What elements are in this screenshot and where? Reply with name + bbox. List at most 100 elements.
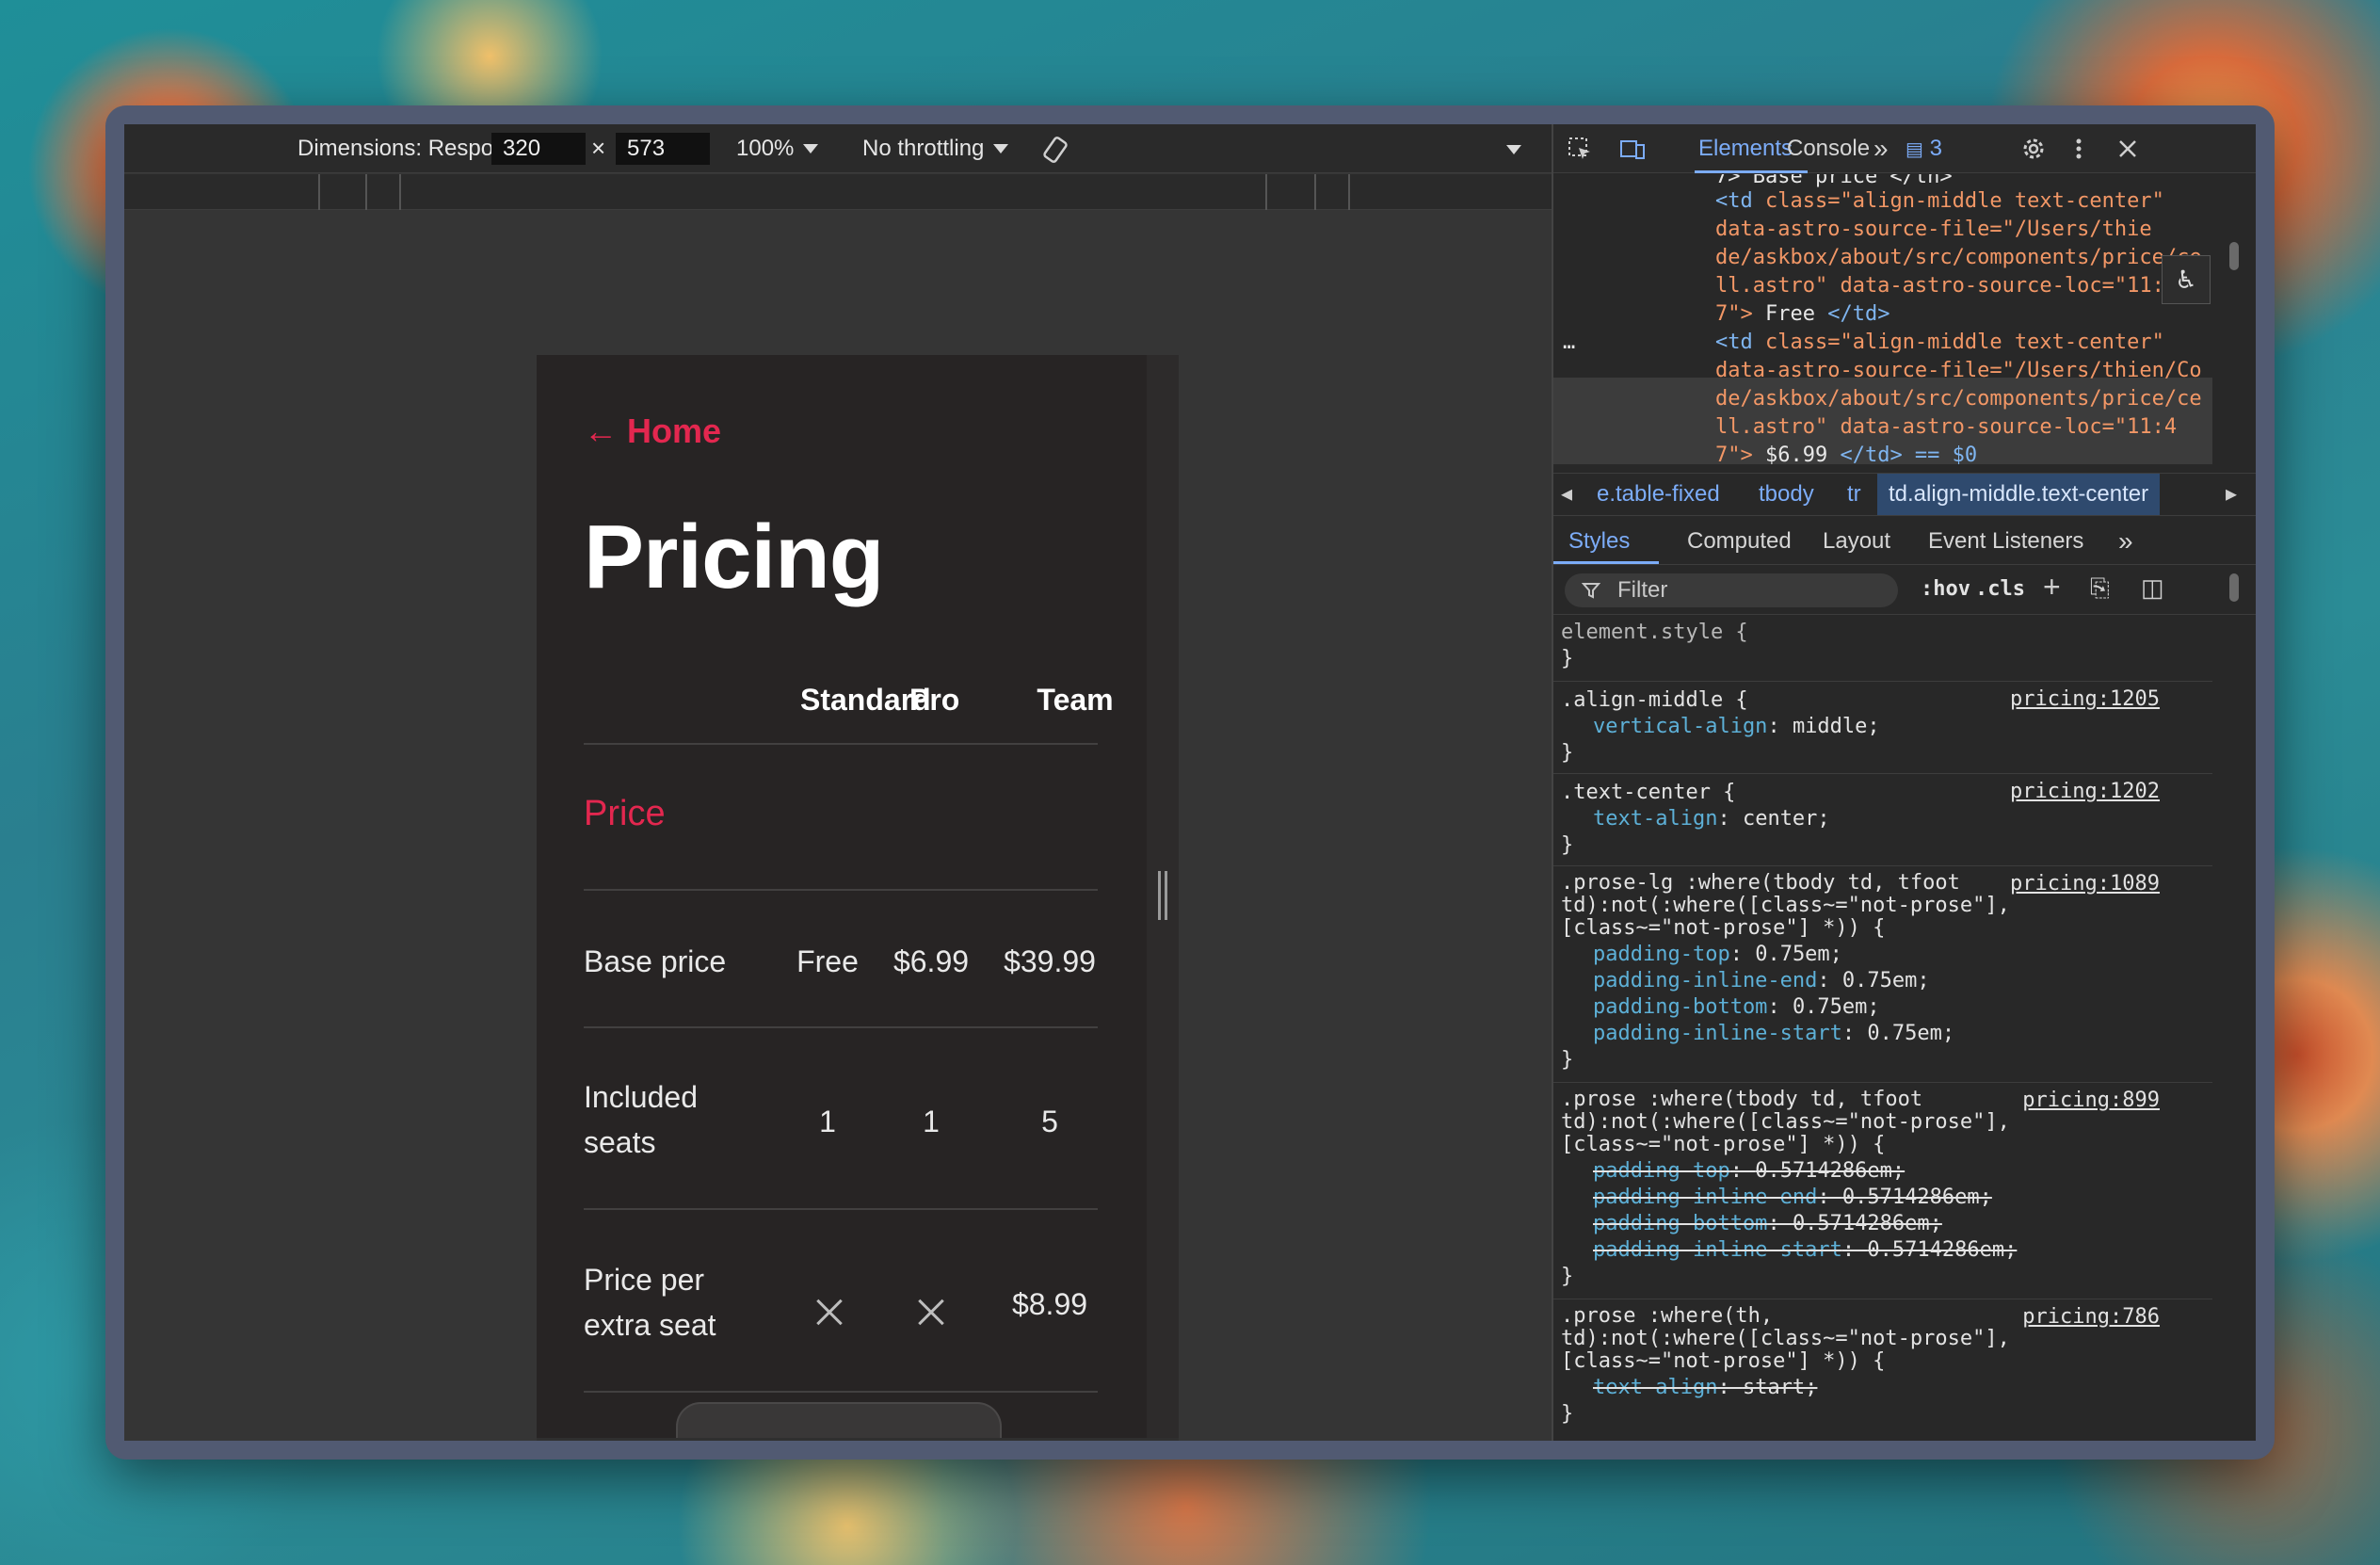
height-input[interactable]: [616, 132, 710, 165]
breadcrumb-item-selected[interactable]: td.align-middle.text-center: [1877, 474, 2161, 515]
row-label-included-seats: Included seats: [584, 1074, 698, 1165]
inspect-element-icon[interactable]: [1567, 136, 1593, 162]
accessibility-icon[interactable]: ♿: [2162, 255, 2211, 304]
overridden-declaration[interactable]: padding-bottom: 0.5714286em;: [1593, 1211, 1942, 1237]
rotate-icon[interactable]: [1041, 136, 1069, 164]
width-input[interactable]: [491, 132, 586, 165]
scrollbar-thumb[interactable]: [1158, 871, 1167, 920]
overridden-declaration[interactable]: text-align: start;: [1593, 1375, 1817, 1401]
code-line: 7"> $6.99 </td> == $0: [1715, 444, 1978, 464]
cell-standard-seats: 1: [819, 1105, 836, 1138]
rule-selector: [class~="not-prose"] *)) {: [1561, 1349, 1886, 1373]
breadcrumb-item[interactable]: tbody: [1759, 474, 1814, 515]
rule-selector: .align-middle {: [1561, 688, 1748, 712]
cell-standard-base: Free: [796, 944, 859, 978]
code-line: <td class="align-middle text-center": [1715, 331, 2164, 354]
cls-toggle[interactable]: .cls: [1975, 577, 2025, 601]
tab-console[interactable]: Console: [1787, 124, 1870, 173]
media-query-ruler: [124, 174, 1552, 210]
chevron-down-icon: [993, 143, 1009, 153]
new-rule-icon[interactable]: +: [2043, 570, 2061, 605]
dom-tree[interactable]: 7> Base price </th> <td class="align-mid…: [1553, 174, 2256, 464]
node-ellipsis[interactable]: …: [1563, 331, 1575, 354]
device-bottom-handle[interactable]: [537, 1438, 1179, 1441]
breadcrumb-item[interactable]: tr: [1847, 474, 1861, 515]
tab-layout[interactable]: Layout: [1823, 518, 1890, 565]
overridden-declaration[interactable]: padding-top: 0.5714286em;: [1593, 1158, 1905, 1185]
cross-icon: [917, 1298, 945, 1326]
device-viewport-area: ← Home Pricing Standard Pro Team Price B…: [124, 211, 1552, 1441]
column-pro: Pro: [909, 683, 960, 717]
device-toggle-icon[interactable]: [1619, 136, 1646, 162]
rule-close: }: [1561, 833, 1574, 857]
styles-subtabs: Styles Computed Layout Event Listeners »: [1553, 518, 2256, 565]
css-declaration[interactable]: padding-bottom: 0.75em;: [1593, 994, 1880, 1021]
message-icon: ▤: [1906, 139, 1923, 160]
breadcrumb-item[interactable]: e.table-fixed: [1597, 474, 1720, 515]
tab-computed[interactable]: Computed: [1687, 518, 1792, 565]
style-rule[interactable]: .prose :where(th, td):not(:where([class~…: [1553, 1299, 2212, 1431]
throttling-dropdown[interactable]: No throttling: [862, 136, 1009, 162]
tab-elements[interactable]: Elements: [1698, 124, 1793, 173]
tab-event-listeners[interactable]: Event Listeners: [1928, 518, 2083, 565]
code-line: <td class="align-middle text-center": [1715, 189, 2164, 213]
css-declaration[interactable]: padding-inline-start: 0.75em;: [1593, 1021, 1954, 1047]
css-declaration[interactable]: text-align: center;: [1593, 806, 1830, 832]
breadcrumb: ◂ e.table-fixed tbody tr td.align-middle…: [1553, 473, 2256, 516]
devtools-tabbar: Elements Console » ▤ 3: [1553, 124, 2256, 173]
messages-badge[interactable]: ▤ 3: [1906, 124, 1942, 173]
rule-selector: [class~="not-prose"] *)) {: [1561, 916, 1886, 940]
filter-placeholder: Filter: [1617, 577, 1668, 603]
paint-icon[interactable]: ⎘: [2090, 573, 2110, 604]
close-icon[interactable]: [2115, 136, 2141, 162]
cross-icon: [815, 1298, 844, 1326]
style-rule[interactable]: .prose-lg :where(tbody td, tfoot td):not…: [1553, 866, 2212, 1083]
dom-scrollbar[interactable]: [2229, 242, 2239, 270]
style-rule[interactable]: .align-middle { pricing:1205 vertical-al…: [1553, 682, 2212, 774]
tab-styles[interactable]: Styles: [1568, 518, 1630, 565]
device-scrollbar[interactable]: [1147, 355, 1179, 1438]
styles-filter-row: Filter :hov .cls + ⎘ ◫: [1553, 566, 2256, 615]
rule-source-link[interactable]: pricing:786: [2022, 1305, 2160, 1329]
kebab-menu-icon[interactable]: [2066, 136, 2092, 162]
style-rule[interactable]: .prose :where(tbody td, tfoot td):not(:w…: [1553, 1083, 2212, 1299]
more-subtabs-icon[interactable]: »: [2118, 518, 2133, 565]
breadcrumb-right-arrow[interactable]: ▸: [2226, 474, 2237, 515]
rule-source-link[interactable]: pricing:1089: [2010, 872, 2160, 895]
rule-source-link[interactable]: pricing:1202: [2010, 780, 2160, 803]
row-label-line: Included: [584, 1080, 698, 1114]
column-team: Team: [1037, 683, 1114, 717]
more-tabs-icon[interactable]: »: [1873, 124, 1889, 173]
zoom-dropdown[interactable]: 100%: [736, 135, 819, 162]
more-options-icon[interactable]: [1506, 145, 1521, 154]
rule-source-link[interactable]: pricing:1205: [2010, 687, 2160, 711]
sidebar-toggle-icon[interactable]: ◫: [2141, 573, 2164, 603]
rule-selector: element.style {: [1561, 621, 1748, 644]
filter-input[interactable]: Filter: [1565, 573, 1898, 607]
breadcrumb-left-arrow[interactable]: ◂: [1561, 474, 1572, 515]
css-declaration[interactable]: padding-top: 0.75em;: [1593, 942, 1842, 968]
cell-team-seats: 5: [1041, 1105, 1058, 1138]
divider: [584, 1026, 1098, 1028]
home-link[interactable]: ← Home: [584, 411, 721, 451]
css-declaration[interactable]: vertical-align: middle;: [1593, 714, 1880, 740]
code-line: ll.astro" data-astro-source-loc="11:4: [1715, 415, 2178, 439]
active-subtab-indicator: [1553, 561, 1659, 564]
rule-source-link[interactable]: pricing:899: [2022, 1089, 2160, 1112]
style-rule[interactable]: .text-center { pricing:1202 text-align: …: [1553, 774, 2212, 866]
zoom-label: 100%: [736, 135, 795, 161]
styles-scrollbar[interactable]: [2229, 573, 2239, 602]
overridden-declaration[interactable]: padding-inline-end: 0.5714286em;: [1593, 1185, 1992, 1211]
rule-close: }: [1561, 647, 1574, 670]
divider: [584, 889, 1098, 891]
code-line: data-astro-source-file="/Users/thien/Co: [1715, 359, 2202, 382]
code-line: de/askbox/about/src/components/price/ce: [1715, 387, 2202, 411]
settings-gear-icon[interactable]: [2020, 136, 2047, 162]
overridden-declaration[interactable]: padding-inline-start: 0.5714286em;: [1593, 1237, 2017, 1264]
css-declaration[interactable]: padding-inline-end: 0.75em;: [1593, 968, 1930, 994]
row-label-extra-seat: Price per extra seat: [584, 1257, 716, 1347]
row-label-base-price: Base price: [584, 944, 727, 978]
hov-toggle[interactable]: :hov: [1921, 577, 1970, 601]
floating-toolbar[interactable]: [676, 1402, 1002, 1441]
style-rule[interactable]: element.style { }: [1553, 616, 2212, 682]
